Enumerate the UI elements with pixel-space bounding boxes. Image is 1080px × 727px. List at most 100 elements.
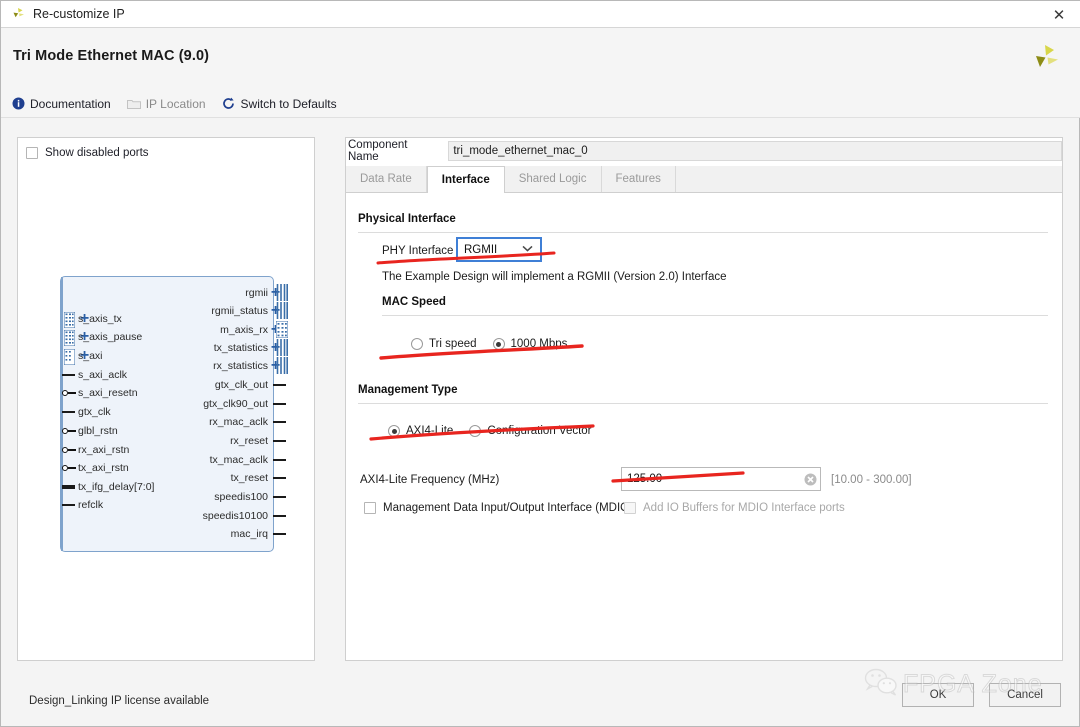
physical-interface-heading: Physical Interface <box>358 213 456 225</box>
port-label-right: m_axis_rx <box>220 324 268 336</box>
radio-axi4-lite-indicator[interactable] <box>388 425 400 437</box>
axi4-lite-frequency-range: [10.00 - 300.00] <box>831 474 912 486</box>
xilinx-logo-icon <box>10 6 26 22</box>
bus-connector-icon <box>275 320 289 339</box>
tab-strip: Data Rate Interface Shared Logic Feature… <box>346 166 1062 193</box>
info-icon <box>11 97 25 111</box>
phy-interface-label: PHY Interface <box>382 245 454 257</box>
phy-interface-dropdown[interactable]: RGMII <box>456 237 542 262</box>
mac-speed-heading: MAC Speed <box>382 296 446 308</box>
port-label-left: rx_axi_rstn <box>78 444 130 456</box>
port-label-right: speedis10100 <box>202 510 268 522</box>
ok-button[interactable]: OK <box>902 683 974 707</box>
signal-pin-icon <box>273 451 286 469</box>
radio-tri-speed-indicator[interactable] <box>411 338 423 350</box>
port-label-right: rgmii <box>245 287 268 299</box>
page-title: Tri Mode Ethernet MAC (9.0) <box>13 48 210 64</box>
mdio-checkbox-row[interactable]: Management Data Input/Output Interface (… <box>364 502 633 514</box>
wechat-icon <box>863 667 899 702</box>
physical-interface-rule <box>358 232 1048 233</box>
signal-pin-icon <box>273 525 286 543</box>
license-status-text: Design_Linking IP license available <box>29 695 210 707</box>
radio-configuration-vector[interactable]: Configuration Vector <box>469 425 592 437</box>
port-label-right: mac_irq <box>230 528 268 540</box>
tab-shared-logic[interactable]: Shared Logic <box>504 166 602 192</box>
bus-connector-icon <box>63 329 76 347</box>
radio-axi4-lite[interactable]: AXI4-Lite <box>388 425 453 437</box>
bus-connector-icon <box>276 339 288 356</box>
ip-symbol-panel: Show disabled ports + s_axis_tx + s_axis… <box>17 137 315 661</box>
component-name-label: Component Name <box>348 139 408 163</box>
bus-connector-icon <box>63 311 76 329</box>
management-type-options: AXI4-Lite Configuration Vector <box>388 425 608 437</box>
ip-location-link[interactable]: IP Location <box>126 96 206 111</box>
port-label-left: gtx_clk <box>78 406 111 418</box>
port-label-left: tx_axi_rstn <box>78 462 129 474</box>
tab-interface[interactable]: Interface <box>426 166 505 193</box>
dialog-header: Tri Mode Ethernet MAC (9.0) <box>1 28 1080 90</box>
port-label-left: s_axis_pause <box>78 331 143 343</box>
bus-connector-icon <box>63 348 76 366</box>
show-disabled-ports-checkbox[interactable] <box>26 147 38 159</box>
mdio-buffers-checkbox-row: Add IO Buffers for MDIO Interface ports <box>624 502 845 514</box>
component-name-input[interactable]: tri_mode_ethernet_mac_0 <box>448 141 1062 161</box>
radio-1000-mbps-indicator[interactable] <box>492 338 505 350</box>
axi4-lite-frequency-label: AXI4-Lite Frequency (MHz) <box>360 474 500 486</box>
window-titlebar: Re-customize IP ✕ <box>1 1 1080 28</box>
cancel-button[interactable]: Cancel <box>989 683 1061 707</box>
port-label-left: s_axi_resetn <box>78 387 138 399</box>
radio-tri-speed[interactable]: Tri speed <box>411 338 477 350</box>
inverted-pin-icon <box>62 459 76 477</box>
bus-connector-icon <box>276 357 288 374</box>
port-label-left: glbl_rstn <box>78 425 118 437</box>
mdio-checkbox[interactable] <box>364 502 376 514</box>
port-label-left: s_axis_tx <box>78 313 122 325</box>
mdio-buffers-checkbox <box>624 502 636 514</box>
inverted-pin-icon <box>62 422 76 440</box>
tab-features[interactable]: Features <box>601 166 676 192</box>
show-disabled-ports-row[interactable]: Show disabled ports <box>26 147 149 159</box>
interface-tab-content: Physical Interface PHY Interface RGMII T… <box>346 193 1062 660</box>
re-customize-ip-dialog: Re-customize IP ✕ Tri Mode Ethernet MAC … <box>0 0 1080 727</box>
tab-data-rate[interactable]: Data Rate <box>346 166 427 192</box>
ip-location-label: IP Location <box>145 96 206 111</box>
radio-1000-mbps-label: 1000 Mbps <box>510 338 568 350</box>
mac-speed-options: Tri speed 1000 Mbps <box>411 338 583 350</box>
dialog-toolbar: Documentation IP Location Switch to Defa… <box>1 90 1080 118</box>
port-label-right: tx_reset <box>230 472 268 484</box>
signal-pin-icon <box>273 395 286 413</box>
bus-connector-icon <box>276 302 288 319</box>
window-title: Re-customize IP <box>33 7 125 21</box>
port-label-right: tx_statistics <box>213 342 268 354</box>
switch-to-defaults-link[interactable]: Switch to Defaults <box>222 97 337 111</box>
port-label-right: rx_statistics <box>213 360 268 372</box>
configuration-panel: Component Name tri_mode_ethernet_mac_0 D… <box>345 137 1063 661</box>
port-label-right: rx_reset <box>230 435 268 447</box>
radio-configuration-vector-indicator[interactable] <box>469 425 482 437</box>
port-label-right: tx_mac_aclk <box>209 454 268 466</box>
port-label-left: tx_ifg_delay[7:0] <box>78 481 155 493</box>
port-label-left: refclk <box>78 499 104 511</box>
clock-pin-icon <box>62 403 75 421</box>
radio-1000-mbps[interactable]: 1000 Mbps <box>492 338 568 350</box>
signal-pin-icon <box>273 507 286 525</box>
xilinx-brand-logo-icon <box>1029 42 1061 76</box>
inverted-pin-icon <box>62 384 76 402</box>
management-type-rule <box>358 403 1048 404</box>
port-label-right: gtx_clk_out <box>214 379 268 391</box>
axi4-lite-frequency-input[interactable]: 125.00 <box>621 467 821 491</box>
signal-pin-icon <box>273 469 286 487</box>
switch-to-defaults-label: Switch to Defaults <box>240 96 337 111</box>
bus-connector-icon <box>276 284 288 301</box>
port-label-right: gtx_clk90_out <box>203 398 268 410</box>
component-name-row: Component Name tri_mode_ethernet_mac_0 <box>346 138 1062 164</box>
close-icon[interactable]: ✕ <box>1037 1 1080 28</box>
signal-pin-icon <box>273 376 286 394</box>
signal-pin-icon <box>273 432 286 450</box>
mac-speed-rule <box>382 315 1048 316</box>
axi4-lite-frequency-value: 125.00 <box>627 473 663 485</box>
documentation-link[interactable]: Documentation <box>11 97 111 111</box>
clear-icon[interactable] <box>800 468 820 490</box>
radio-configuration-vector-label: Configuration Vector <box>487 425 592 437</box>
port-label-right: rx_mac_aclk <box>209 416 268 428</box>
